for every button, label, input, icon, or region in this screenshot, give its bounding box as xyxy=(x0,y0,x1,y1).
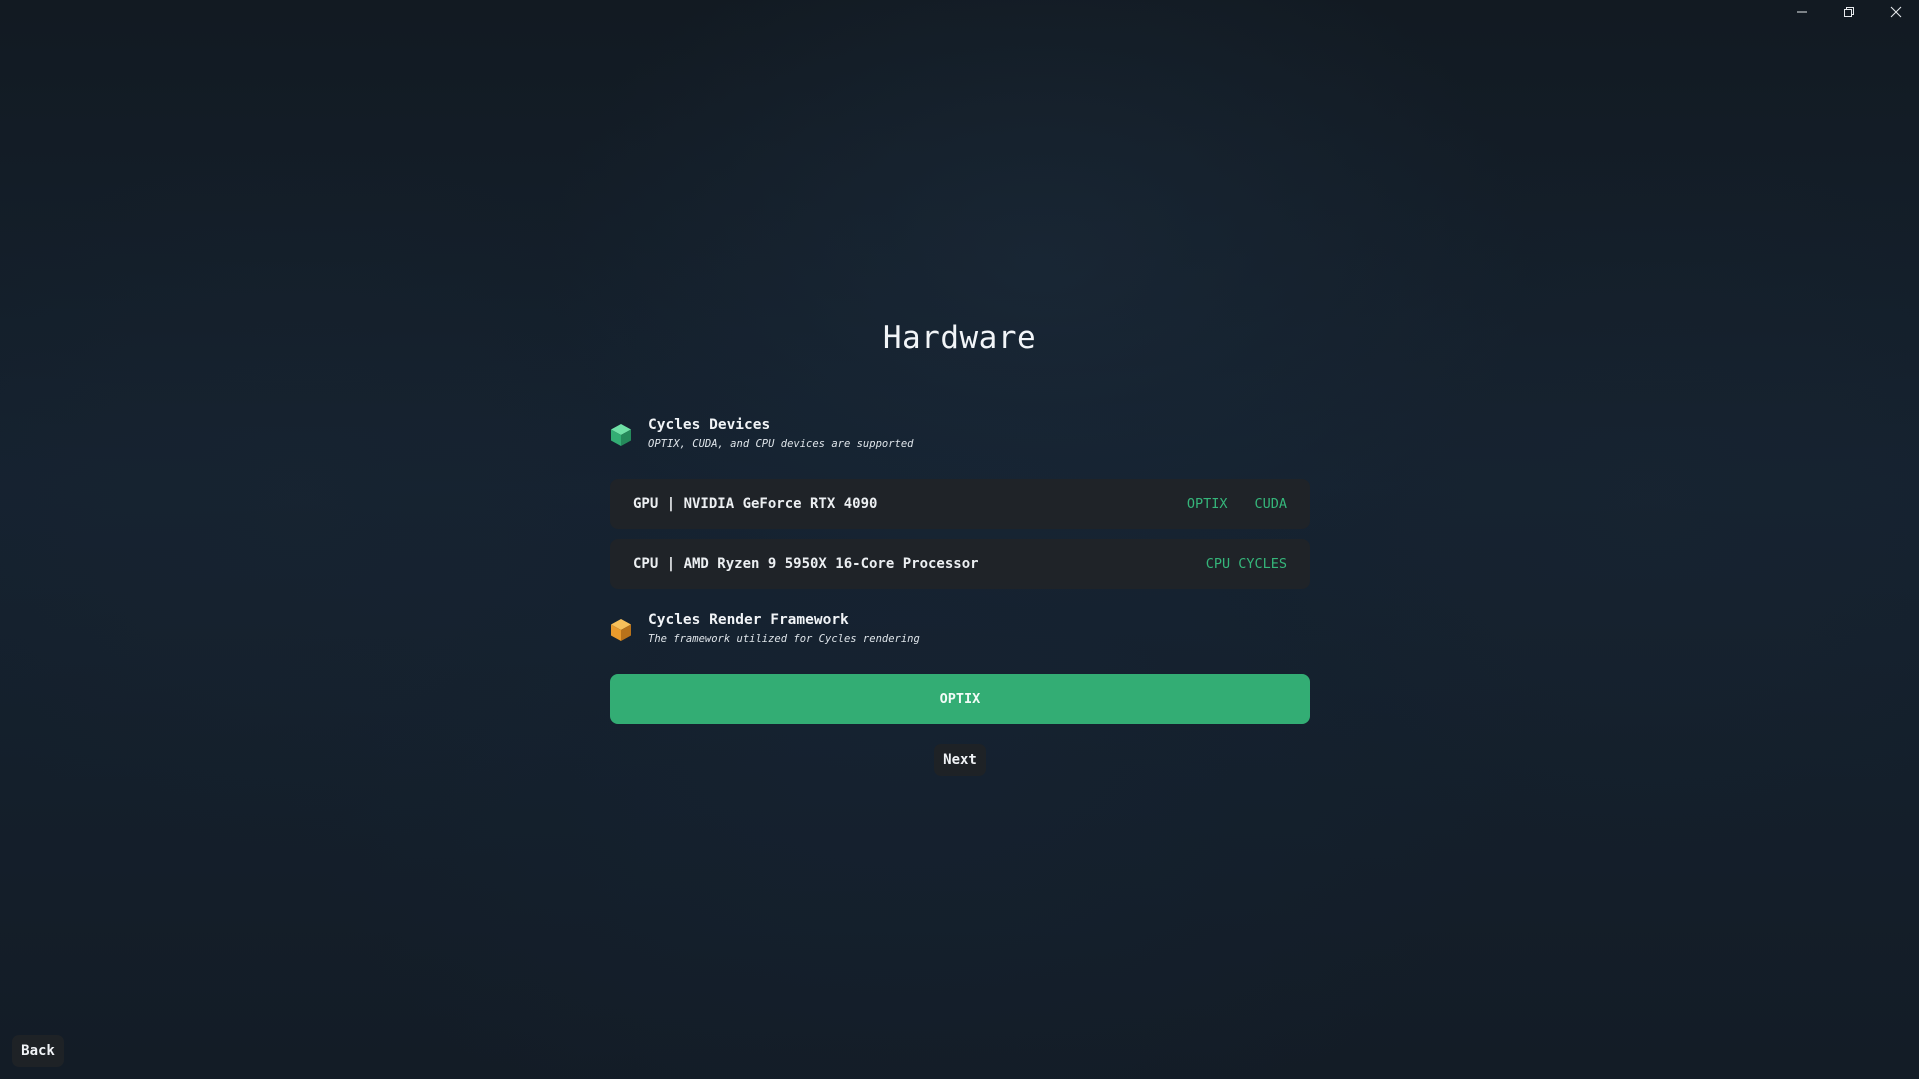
devices-section-title: Cycles Devices xyxy=(648,417,771,433)
device-tag-cpu-cycles[interactable]: CPU CYCLES xyxy=(1206,556,1287,572)
window-controls xyxy=(1778,0,1919,24)
framework-section-header: Cycles Render Framework The framework ut… xyxy=(610,611,920,646)
page-title: Hardware xyxy=(882,320,1037,356)
device-row-gpu[interactable]: GPU | NVIDIA GeForce RTX 4090 OPTIX CUDA xyxy=(610,479,1310,529)
back-button[interactable]: Back xyxy=(12,1035,64,1067)
close-icon[interactable] xyxy=(1872,0,1919,24)
device-row-cpu[interactable]: CPU | AMD Ryzen 9 5950X 16-Core Processo… xyxy=(610,539,1310,589)
next-button[interactable]: Next xyxy=(934,744,986,776)
devices-section-header: Cycles Devices OPTIX, CUDA, and CPU devi… xyxy=(610,416,914,451)
cube-icon xyxy=(611,424,631,446)
device-tag-cuda[interactable]: CUDA xyxy=(1254,496,1287,512)
framework-section-title: Cycles Render Framework xyxy=(648,612,849,628)
framework-optix-button[interactable]: OPTIX xyxy=(610,674,1310,724)
framework-section-text: Cycles Render Framework The framework ut… xyxy=(648,611,920,646)
devices-section-text: Cycles Devices OPTIX, CUDA, and CPU devi… xyxy=(648,416,914,451)
device-name: CPU | AMD Ryzen 9 5950X 16-Core Processo… xyxy=(633,556,979,572)
framework-section-subtitle: The framework utilized for Cycles render… xyxy=(648,633,920,645)
device-tags: OPTIX CUDA xyxy=(1160,496,1287,512)
restore-icon[interactable] xyxy=(1825,0,1872,24)
device-name: GPU | NVIDIA GeForce RTX 4090 xyxy=(633,496,878,512)
device-tags: CPU CYCLES xyxy=(1179,556,1287,572)
minimize-icon[interactable] xyxy=(1778,0,1825,24)
devices-section-subtitle: OPTIX, CUDA, and CPU devices are support… xyxy=(648,438,914,450)
device-tag-optix[interactable]: OPTIX xyxy=(1187,496,1228,512)
cube-icon xyxy=(611,619,631,641)
